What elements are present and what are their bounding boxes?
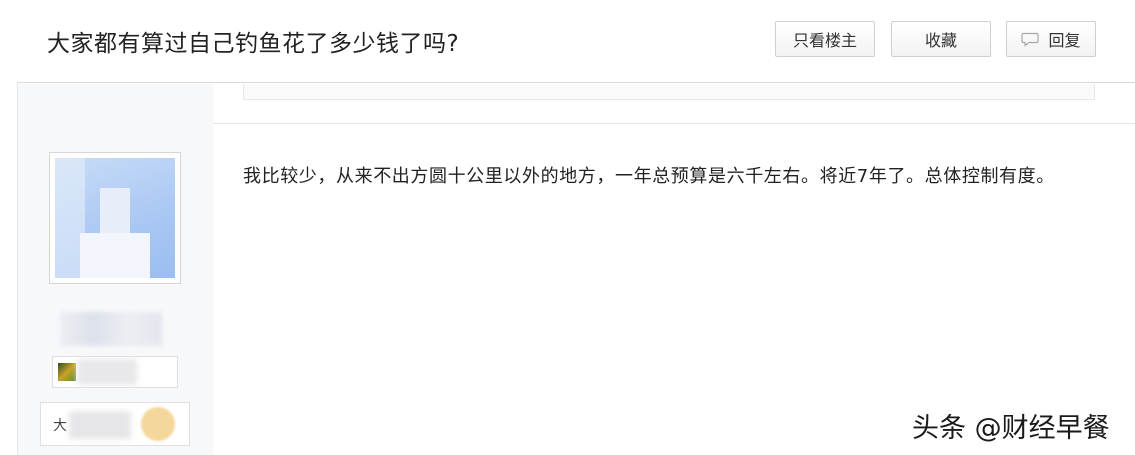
- author-level-badge: [52, 356, 178, 388]
- reply-button[interactable]: 回复: [1006, 21, 1096, 57]
- watermark: 头条 @财经早餐: [912, 413, 1110, 444]
- post-divider: [213, 123, 1135, 124]
- author-name-blurred[interactable]: [60, 312, 162, 346]
- previous-post-edge: [243, 84, 1095, 100]
- coin-icon: [141, 407, 175, 441]
- avatar-image: [55, 158, 175, 278]
- speech-bubble-icon: [1021, 32, 1040, 47]
- post-content: 我比较少，从来不出方圆十公里以外的地方，一年总预算是六千左右。将近7年了。总体控…: [243, 166, 1055, 187]
- reply-button-label: 回复: [1048, 31, 1081, 50]
- level-icon: [58, 363, 76, 381]
- avatar[interactable]: [49, 152, 181, 284]
- badge-prefix: 大: [53, 418, 67, 434]
- favorite-button[interactable]: 收藏: [891, 21, 991, 57]
- author-medal-badge: 大: [40, 402, 190, 446]
- thread-header: 大家都有算过自己钓鱼花了多少钱了吗? 只看楼主 收藏 回复: [17, 0, 1135, 83]
- thread-title: 大家都有算过自己钓鱼花了多少钱了吗?: [47, 31, 460, 57]
- only-author-button[interactable]: 只看楼主: [775, 21, 875, 57]
